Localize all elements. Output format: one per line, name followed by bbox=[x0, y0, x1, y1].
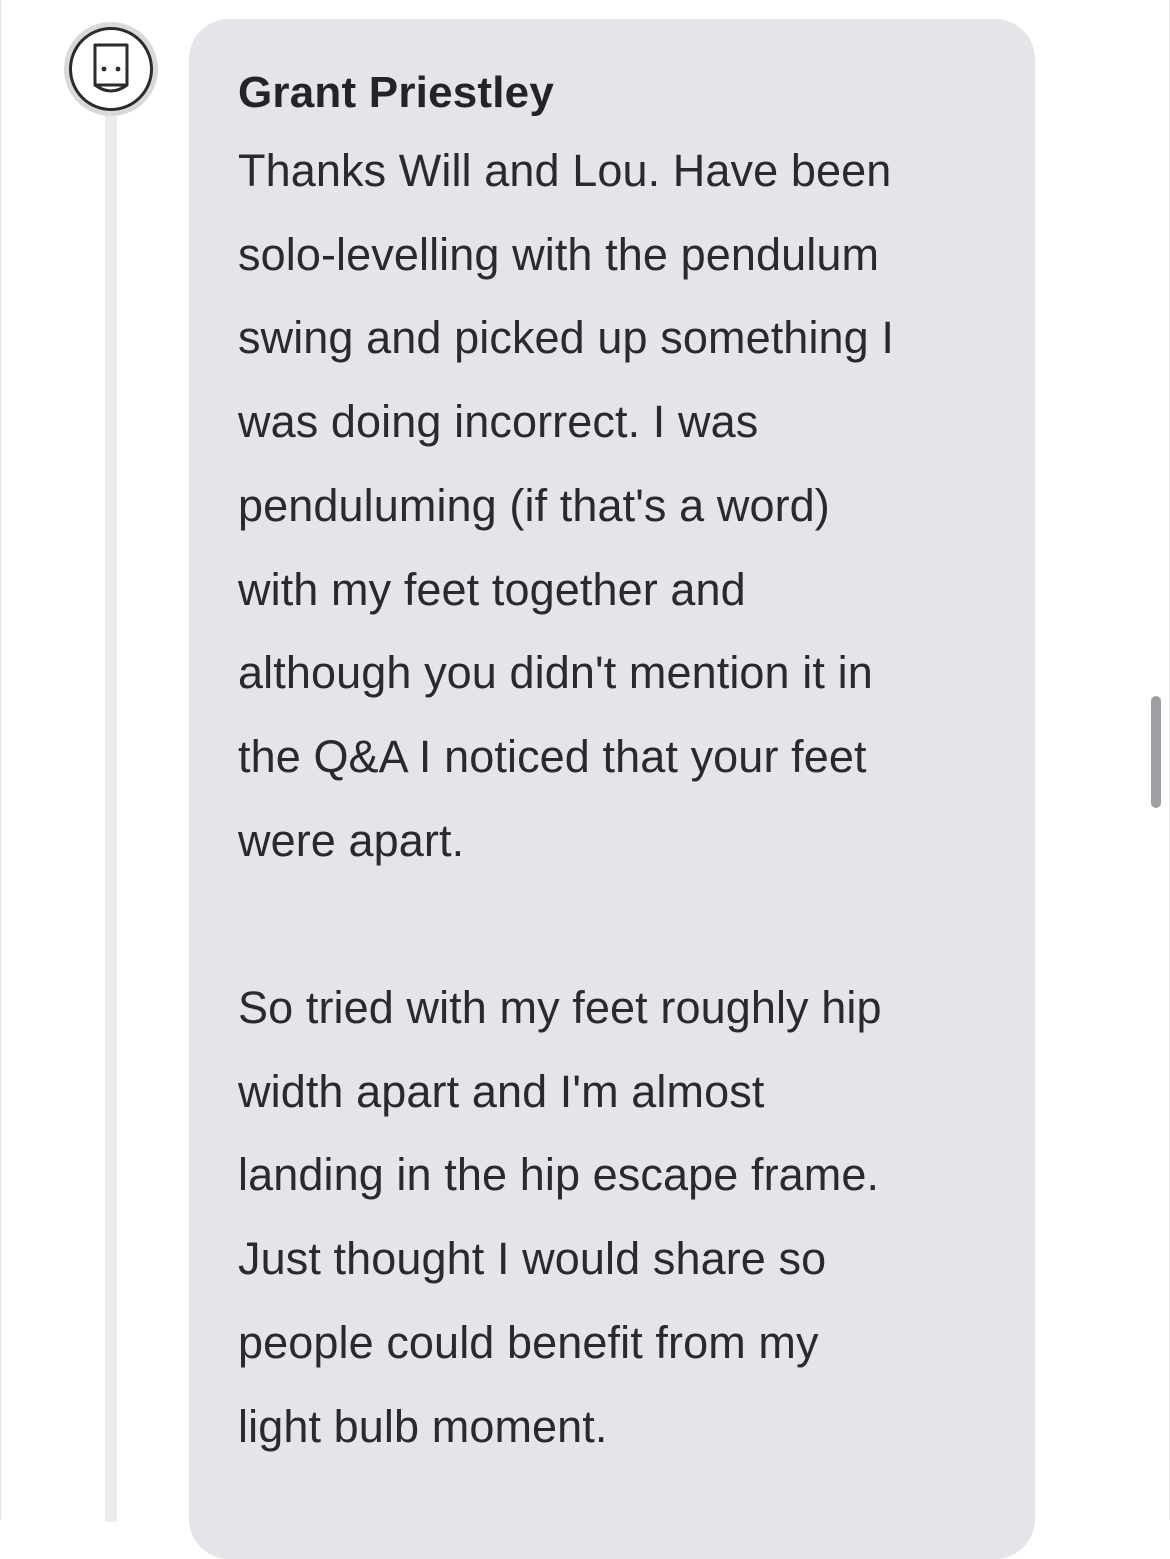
comment-line: were apart. bbox=[238, 814, 465, 866]
scrollbar-thumb[interactable] bbox=[1151, 696, 1161, 808]
comment-bubble: Grant Priestley Thanks Will and Lou. Hav… bbox=[189, 19, 1035, 1559]
comment-line: So tried with my feet roughly hip bbox=[238, 982, 882, 1034]
comment-line: width apart and I'm almost bbox=[238, 1065, 765, 1117]
comment-line: Thanks Will and Lou. Have been bbox=[238, 145, 892, 196]
comment-author-name[interactable]: Grant Priestley bbox=[238, 63, 554, 123]
paper-bag-face-icon bbox=[93, 43, 129, 93]
comment-line: was doing incorrect. I was bbox=[238, 396, 759, 448]
comment-line: light bulb moment. bbox=[238, 1400, 608, 1452]
comment-line: the Q&A I noticed that your feet bbox=[238, 730, 867, 782]
comment-line: Just thought I would share so bbox=[238, 1233, 827, 1285]
paragraph-break bbox=[238, 882, 995, 966]
comment-line: with my feet together and bbox=[238, 563, 746, 615]
thread-line bbox=[105, 112, 117, 1522]
comment-line: people could benefit from my bbox=[238, 1316, 819, 1368]
comment-line: landing in the hip escape frame. bbox=[238, 1149, 880, 1201]
comment-line: penduluming (if that's a word) bbox=[238, 479, 830, 531]
avatar[interactable] bbox=[64, 22, 158, 116]
comment-line: swing and picked up something I bbox=[238, 312, 894, 364]
comment-line: solo-levelling with the pendulum bbox=[238, 228, 880, 280]
avatar-image bbox=[69, 27, 153, 111]
comment-line: although you didn't mention it in bbox=[238, 647, 873, 699]
comment-body: Thanks Will and Lou. Have been solo-leve… bbox=[238, 129, 995, 1468]
